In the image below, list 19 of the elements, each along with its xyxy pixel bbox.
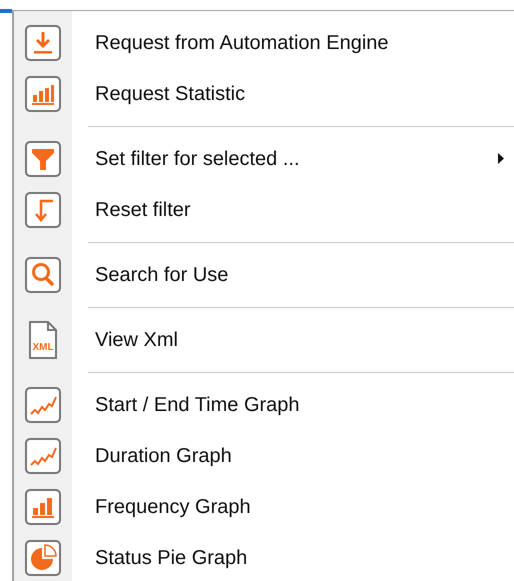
menu-item[interactable]: Set filter for selected ... bbox=[14, 133, 514, 184]
bar-chart-icon bbox=[25, 76, 61, 112]
menu-item[interactable]: Start / End Time Graph bbox=[14, 379, 514, 430]
filter-icon bbox=[25, 140, 61, 176]
menu-item[interactable]: Status Pie Graph bbox=[14, 532, 514, 581]
menu-item[interactable]: Frequency Graph bbox=[14, 481, 514, 532]
line-graph-icon bbox=[25, 438, 61, 474]
download-icon bbox=[25, 24, 61, 60]
menu-item[interactable]: Search for Use bbox=[14, 249, 514, 300]
menu-item[interactable]: Duration Graph bbox=[14, 430, 514, 481]
search-icon bbox=[25, 256, 61, 292]
bar-chart-icon bbox=[25, 488, 61, 524]
pie-chart-icon bbox=[25, 540, 61, 576]
menu-item[interactable]: XML View Xml bbox=[14, 314, 514, 365]
menu-item[interactable]: Reset filter bbox=[14, 184, 514, 235]
menu-item[interactable]: Request Statistic bbox=[14, 68, 514, 119]
window-edge bbox=[0, 9, 12, 13]
menu-item[interactable]: Request from Automation Engine bbox=[14, 17, 514, 68]
line-graph-icon bbox=[25, 386, 61, 422]
